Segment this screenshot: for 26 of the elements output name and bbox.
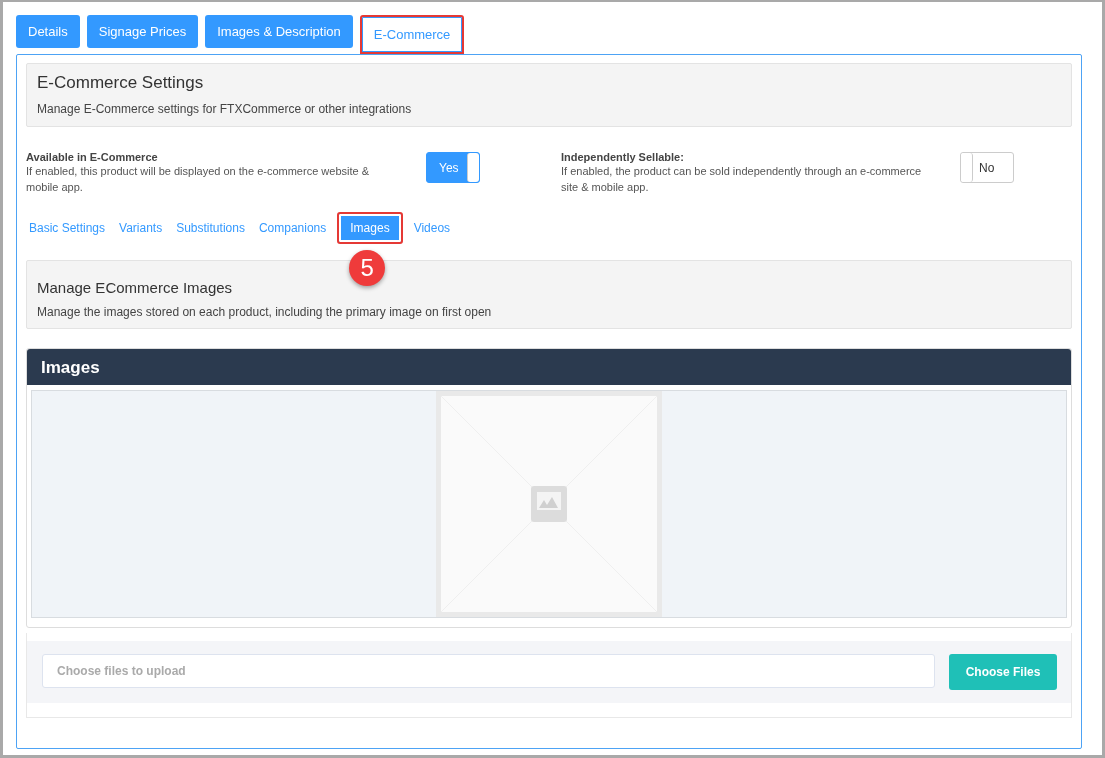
tab[interactable]: Images & Description	[205, 15, 353, 48]
image-icon	[531, 486, 567, 522]
file-input-field[interactable]: Choose files to upload	[42, 654, 935, 688]
subtab[interactable]: Basic Settings	[26, 217, 109, 239]
setting-description: If enabled, this product will be displayed on the e-commerce website & mobile app.	[26, 164, 370, 195]
placeholder-image[interactable]	[436, 391, 662, 617]
section-description: Manage the images stored on each product, including the primary image on first open	[37, 305, 493, 319]
tab[interactable]: E-Commerce	[359, 15, 465, 54]
section-description: Manage E-Commerce settings for FTXCommerce or other integrations	[37, 102, 413, 116]
panel-header: Images	[27, 349, 1071, 385]
subtab[interactable]: Videos	[410, 217, 454, 239]
step-badge: 5	[349, 250, 386, 286]
subtab[interactable]: Substitutions	[173, 217, 248, 239]
section-title: E-Commerce Settings	[37, 73, 205, 93]
subtab[interactable]: Companions	[255, 217, 330, 239]
tab[interactable]: Signage Prices	[86, 15, 199, 48]
toggle-switch[interactable]: Yes	[426, 152, 480, 183]
choose-files-button[interactable]: Choose Files	[949, 654, 1057, 690]
setting-description: If enabled, the product can be sold independently through an e-commerce site & mobile app.	[561, 164, 923, 195]
setting-label: Available in E-Commerce	[26, 151, 159, 163]
subtab[interactable]: Images	[337, 212, 403, 244]
setting-label: Independently Sellable:	[561, 151, 685, 163]
subtab[interactable]: Variants	[116, 217, 166, 239]
toggle-switch[interactable]: No	[960, 152, 1014, 183]
tab[interactable]: Details	[16, 15, 80, 48]
section-title: Manage ECommerce Images	[37, 279, 234, 296]
